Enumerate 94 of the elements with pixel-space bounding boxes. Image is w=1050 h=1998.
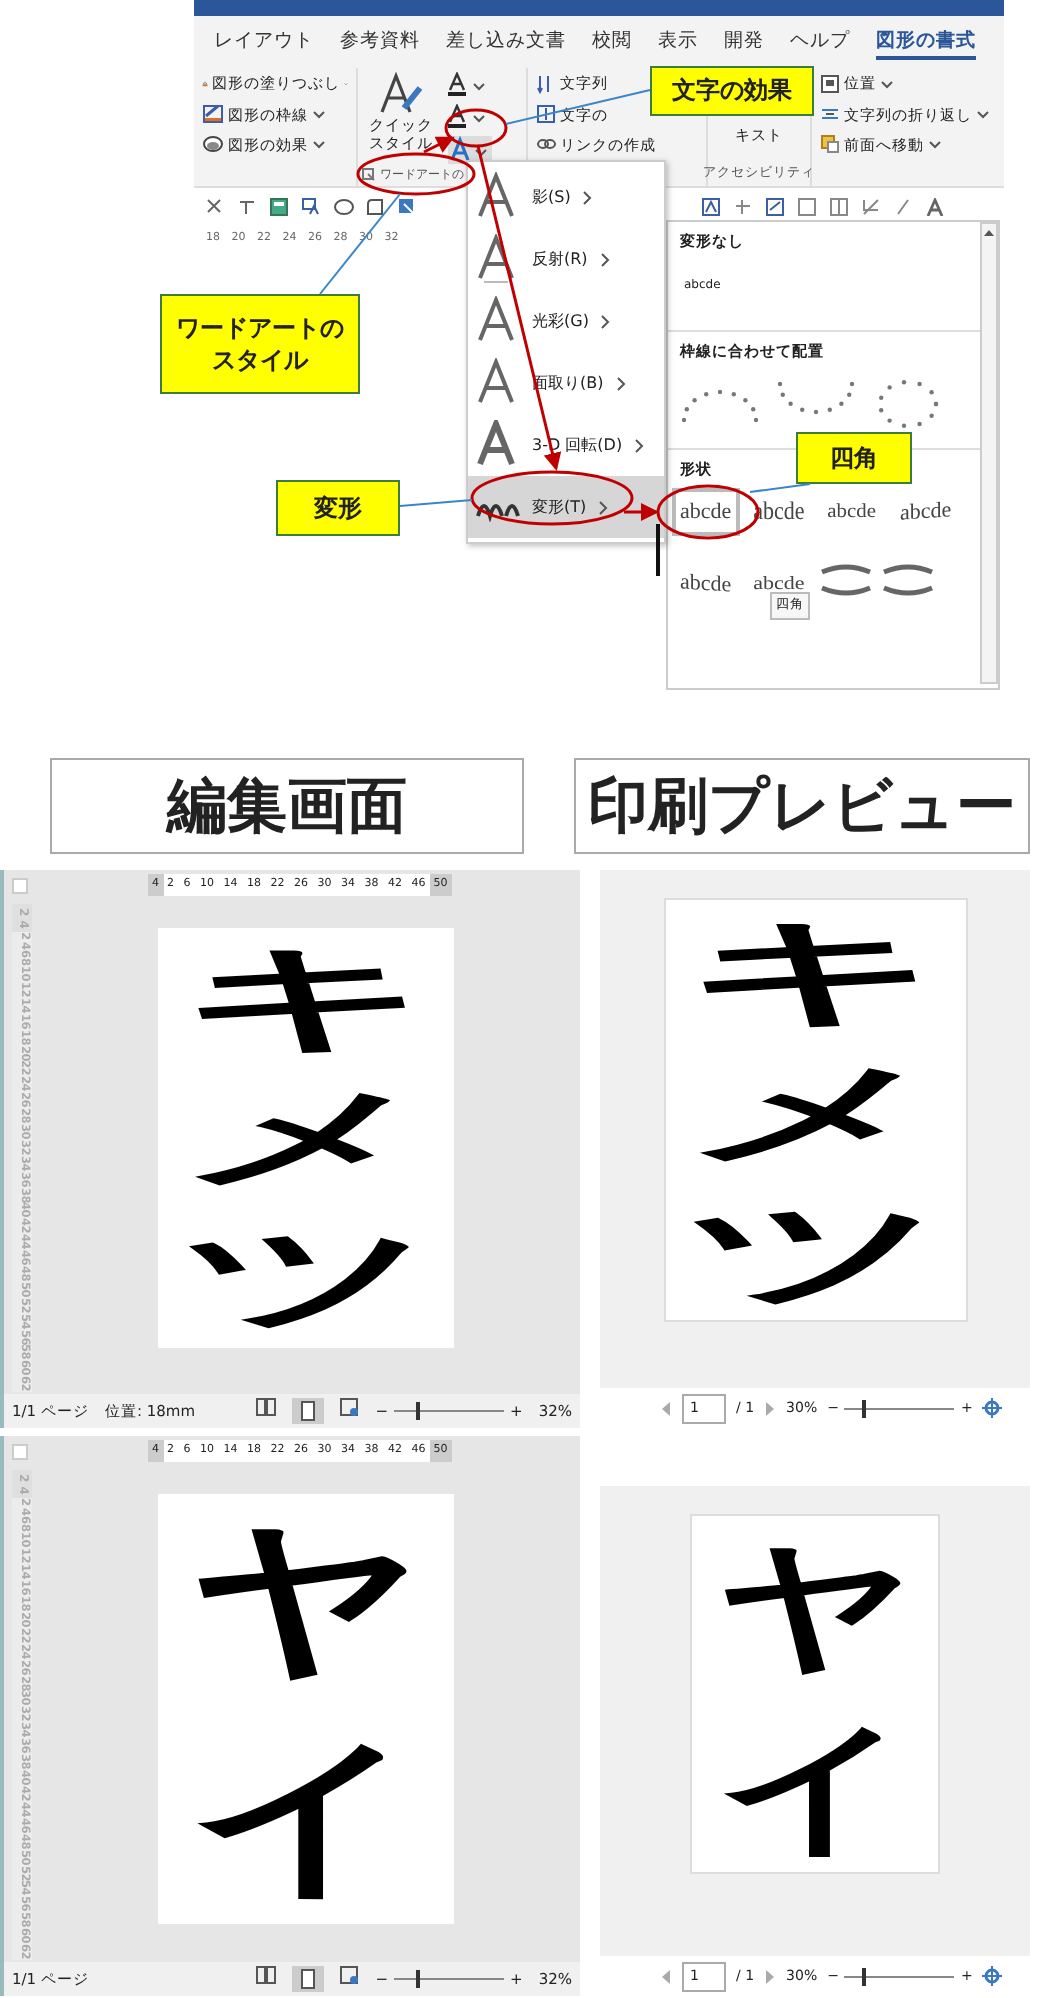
caret-icon xyxy=(928,138,942,151)
zoom-slider-thumb[interactable] xyxy=(415,1402,420,1420)
callout: 文字の効果 xyxy=(650,66,814,116)
letter: メ xyxy=(683,1041,947,1183)
letter: キ xyxy=(179,928,433,1068)
text-outline-button[interactable] xyxy=(447,104,487,129)
caret-icon xyxy=(976,108,990,121)
zoom-slider-thumb[interactable] xyxy=(862,1967,867,1985)
table-icon[interactable] xyxy=(270,197,290,216)
letter: イ xyxy=(715,1700,915,1872)
dialog-launcher-icon[interactable] xyxy=(362,168,376,183)
highlight-ellipse xyxy=(356,152,476,196)
text-fill-button[interactable] xyxy=(447,72,487,97)
caret-icon xyxy=(312,138,326,151)
ribbon-tab[interactable]: 校閲 xyxy=(592,28,632,61)
ribbon-tab[interactable]: レイアウト xyxy=(214,28,314,61)
chevron-icon xyxy=(634,437,645,453)
ellipse-icon[interactable] xyxy=(334,197,354,216)
bevel-letter-icon xyxy=(476,358,520,408)
leader-line xyxy=(319,193,401,295)
position-icon xyxy=(820,73,840,94)
warp-shape-option[interactable] xyxy=(880,564,937,597)
align-icon[interactable] xyxy=(734,197,754,216)
crop-icon[interactable] xyxy=(862,197,882,216)
callout: 変形 xyxy=(276,480,400,536)
link-icon xyxy=(536,134,556,155)
align-text-icon xyxy=(536,104,556,125)
frame-icon[interactable] xyxy=(798,197,818,216)
edit-icon[interactable] xyxy=(766,197,786,216)
text-box-icon[interactable] xyxy=(702,197,722,216)
chevron-icon xyxy=(615,375,626,391)
letter: ヤ xyxy=(715,1520,915,1694)
web-layout-icon[interactable] xyxy=(339,1398,360,1418)
menu-item[interactable]: 変形(T) xyxy=(468,476,664,538)
ribbon-tab[interactable]: 開発 xyxy=(724,28,764,61)
callout: ワードアートのスタイル xyxy=(160,294,360,394)
ribbon-tab[interactable]: ヘルプ xyxy=(790,28,850,61)
shape-icon[interactable] xyxy=(366,197,386,216)
effect-icon xyxy=(202,134,224,155)
caret-icon xyxy=(880,77,894,90)
zoom-slider-thumb[interactable] xyxy=(862,1399,867,1417)
letter: ツ xyxy=(683,1182,947,1320)
warp-option[interactable]: abcde xyxy=(891,485,960,539)
warp-option[interactable]: abcde xyxy=(672,487,740,537)
wrap-text-icon xyxy=(820,104,840,125)
warp-option[interactable]: abcde xyxy=(820,489,885,535)
print-layout-icon[interactable] xyxy=(291,1398,324,1424)
highlight-ellipse xyxy=(444,108,508,148)
chevron-icon xyxy=(599,251,610,267)
leader-line xyxy=(749,483,811,493)
pen-letter-icon xyxy=(376,72,425,117)
columns-icon[interactable] xyxy=(830,197,850,216)
fit-page-icon[interactable] xyxy=(982,1398,1003,1418)
fit-page-icon[interactable] xyxy=(982,1966,1003,1986)
warp-shape-option[interactable] xyxy=(818,564,875,597)
text-icon[interactable] xyxy=(238,197,258,216)
caret-icon xyxy=(312,108,326,121)
warp-option[interactable]: abcde xyxy=(672,558,740,612)
shadow-letter-icon xyxy=(476,172,520,222)
menu-item[interactable]: 光彩(G) xyxy=(468,290,664,352)
letter: ツ xyxy=(179,1208,433,1348)
menu-item[interactable]: 影(S) xyxy=(468,166,664,228)
pen-icon[interactable] xyxy=(894,197,914,216)
letter: キ xyxy=(683,900,947,1042)
glow-letter-icon xyxy=(476,296,520,346)
letter: イ xyxy=(188,1713,424,1919)
zoom-slider-thumb[interactable] xyxy=(415,1970,420,1988)
text-cursor xyxy=(656,524,660,576)
arrow xyxy=(624,503,659,521)
edit-shape-icon[interactable] xyxy=(398,197,418,216)
ribbon-tab[interactable]: 表示 xyxy=(658,28,698,61)
bring-forward-icon xyxy=(820,134,840,155)
letter: ヤ xyxy=(188,1498,424,1704)
web-layout-icon[interactable] xyxy=(339,1966,360,1986)
heading: 編集画面 xyxy=(50,758,524,854)
reflection-letter-icon xyxy=(476,234,520,284)
leader-line xyxy=(399,499,473,507)
letter: メ xyxy=(179,1068,433,1208)
ribbon-tab[interactable]: 差し込み文書 xyxy=(446,28,566,61)
read-mode-icon[interactable] xyxy=(255,1966,276,1984)
chevron-icon xyxy=(600,313,611,329)
chevron-icon xyxy=(598,499,609,515)
callout: 四角 xyxy=(796,432,912,484)
rotation-letter-icon xyxy=(476,420,520,470)
print-layout-icon[interactable] xyxy=(291,1966,324,1992)
ribbon-tab[interactable]: 参考資料 xyxy=(340,28,420,61)
font-icon[interactable] xyxy=(926,197,946,216)
ribbon-tab[interactable]: 図形の書式 xyxy=(876,28,976,61)
read-mode-icon[interactable] xyxy=(255,1398,276,1416)
chevron-icon xyxy=(582,189,593,205)
delete-icon[interactable] xyxy=(206,197,226,216)
heading: 印刷プレビュー xyxy=(574,758,1030,854)
outline-icon xyxy=(202,104,224,125)
shape-text-icon[interactable] xyxy=(302,197,322,216)
